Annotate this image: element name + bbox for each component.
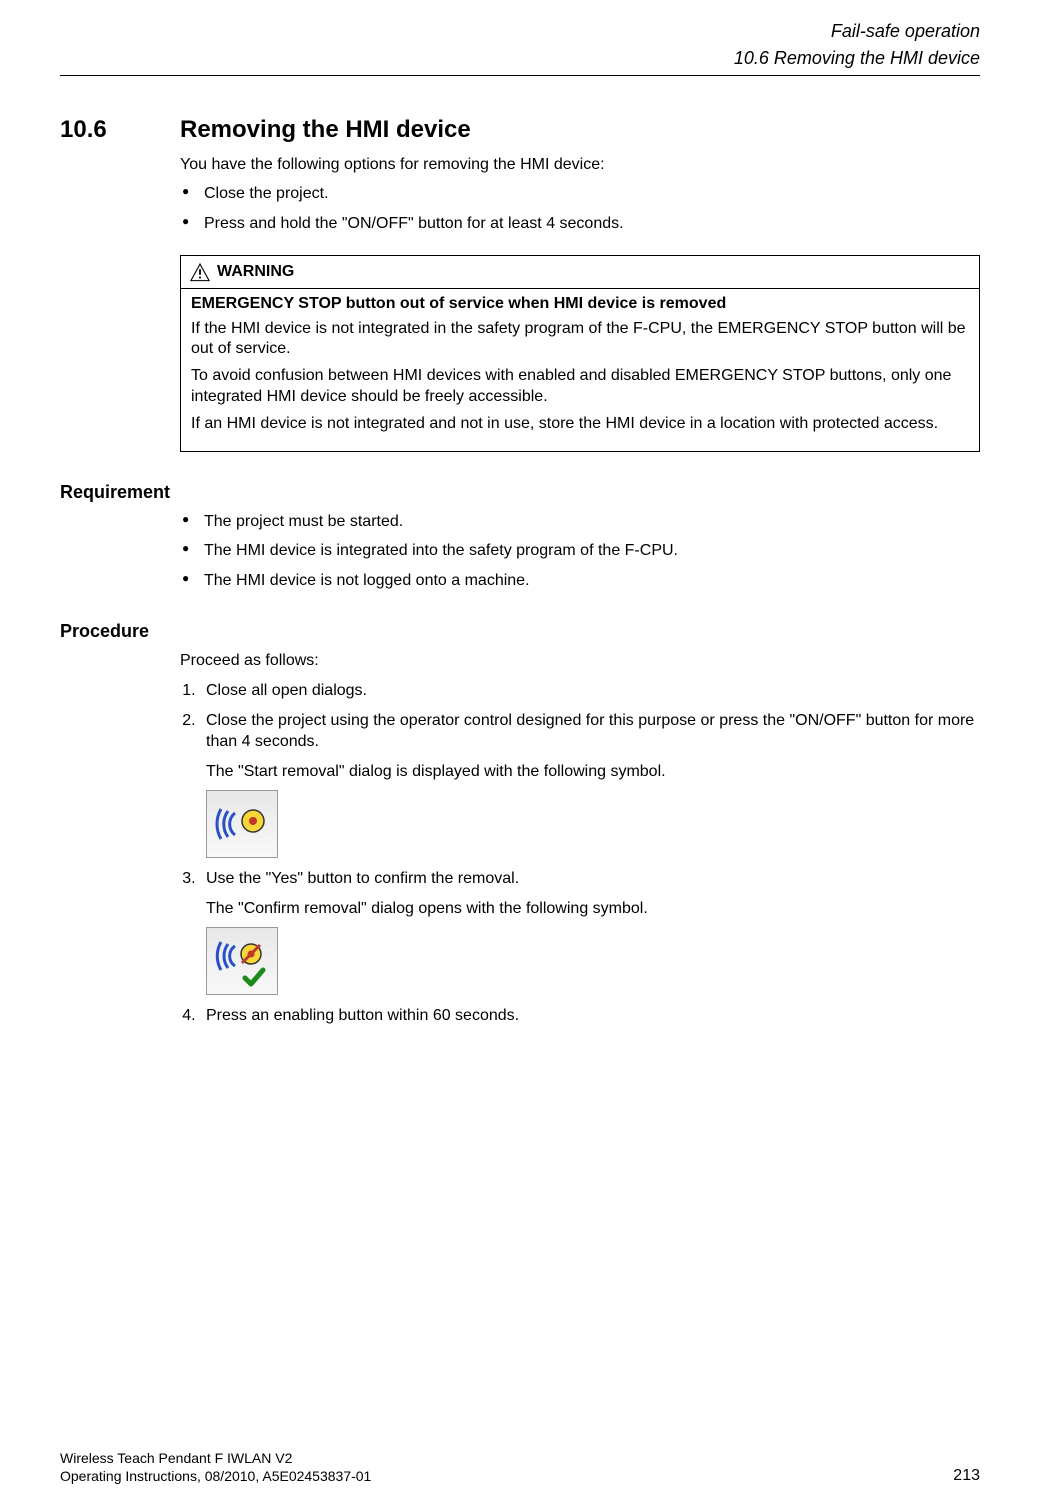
wireless-signal-icon — [215, 799, 269, 849]
warning-header: WARNING — [181, 256, 979, 289]
warning-headline: EMERGENCY STOP button out of service whe… — [191, 295, 969, 313]
page-number: 213 — [953, 1467, 980, 1485]
step-after-text: The "Start removal" dialog is displayed … — [206, 761, 980, 783]
warning-paragraph: If the HMI device is not integrated in t… — [191, 319, 969, 361]
header-divider — [60, 75, 980, 76]
list-item: The project must be started. — [180, 511, 980, 533]
warning-body: EMERGENCY STOP button out of service whe… — [181, 289, 979, 451]
requirement-heading: Requirement — [60, 482, 980, 503]
warning-icon — [189, 262, 211, 282]
start-removal-symbol — [206, 790, 278, 858]
procedure-heading: Procedure — [60, 621, 980, 642]
warning-label: WARNING — [217, 263, 294, 281]
step-item: Use the "Yes" button to confirm the remo… — [200, 868, 980, 995]
intro-paragraph: You have the following options for remov… — [180, 154, 980, 176]
list-item: Close the project. — [180, 183, 980, 205]
warning-paragraph: If an HMI device is not integrated and n… — [191, 414, 969, 435]
page-footer: Wireless Teach Pendant F IWLAN V2 Operat… — [60, 1449, 980, 1485]
step-after-text: The "Confirm removal" dialog opens with … — [206, 898, 980, 920]
procedure-lead: Proceed as follows: — [180, 650, 980, 672]
procedure-steps: Close all open dialogs. Close the projec… — [180, 680, 980, 1027]
header-section-path: 10.6 Removing the HMI device — [60, 47, 980, 70]
step-text: Press an enabling button within 60 secon… — [206, 1007, 519, 1024]
warning-box: WARNING EMERGENCY STOP button out of ser… — [180, 255, 980, 452]
footer-doc-info: Operating Instructions, 08/2010, A5E0245… — [60, 1467, 371, 1485]
requirement-list: The project must be started. The HMI dev… — [180, 511, 980, 592]
section-number: 10.6 — [60, 116, 180, 144]
step-text: Close all open dialogs. — [206, 682, 367, 699]
step-text: Close the project using the operator con… — [206, 712, 974, 751]
step-item: Close the project using the operator con… — [200, 710, 980, 859]
header-chapter: Fail-safe operation — [60, 20, 980, 43]
list-item: The HMI device is not logged onto a mach… — [180, 570, 980, 592]
step-text: Use the "Yes" button to confirm the remo… — [206, 870, 519, 887]
list-item: Press and hold the "ON/OFF" button for a… — [180, 213, 980, 235]
options-list: Close the project. Press and hold the "O… — [180, 183, 980, 234]
warning-paragraph: To avoid confusion between HMI devices w… — [191, 366, 969, 408]
list-item: The HMI device is integrated into the sa… — [180, 540, 980, 562]
step-item: Press an enabling button within 60 secon… — [200, 1005, 980, 1027]
section-title: Removing the HMI device — [180, 116, 471, 144]
confirm-removal-symbol — [206, 927, 278, 995]
footer-title: Wireless Teach Pendant F IWLAN V2 — [60, 1449, 371, 1467]
step-item: Close all open dialogs. — [200, 680, 980, 702]
section-heading: 10.6 Removing the HMI device — [60, 116, 980, 144]
wireless-confirm-icon — [215, 934, 269, 988]
